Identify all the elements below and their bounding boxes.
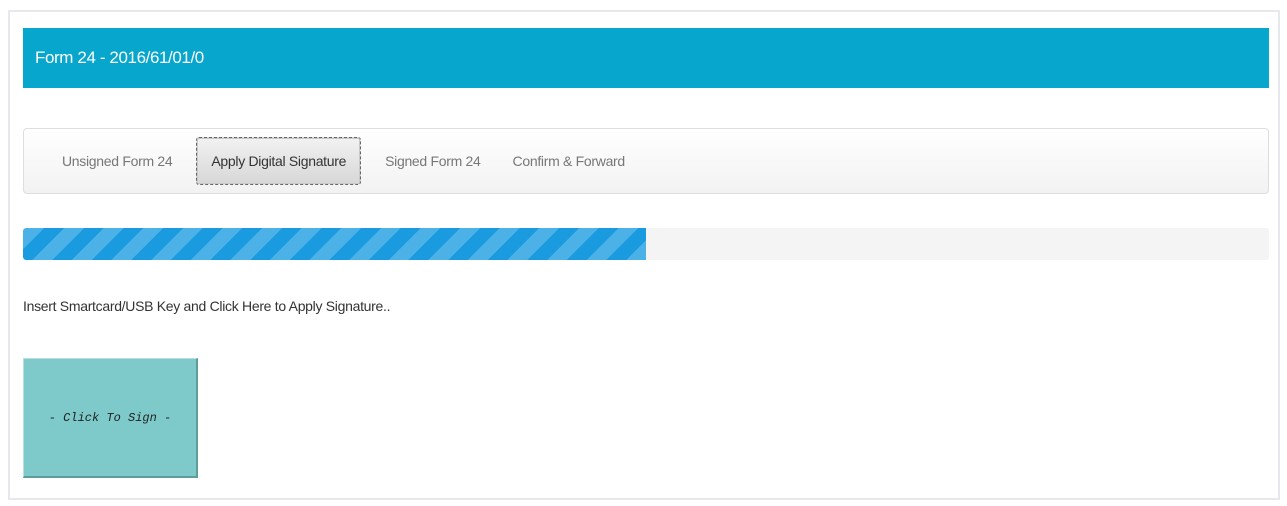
progress-bar (23, 228, 1269, 260)
sign-instruction-text: Insert Smartcard/USB Key and Click Here … (23, 298, 391, 314)
page-title: Form 24 - 2016/61/01/0 (35, 48, 204, 67)
progress-bar-fill (23, 228, 646, 260)
click-to-sign-button[interactable]: - Click To Sign - (23, 358, 198, 478)
tab-unsigned-form[interactable]: Unsigned Form 24 (54, 137, 180, 185)
tab-apply-digital-signature[interactable]: Apply Digital Signature (196, 137, 362, 185)
form-title-bar: Form 24 - 2016/61/01/0 (23, 28, 1269, 88)
click-to-sign-label: - Click To Sign - (48, 410, 172, 425)
tab-signed-form[interactable]: Signed Form 24 (377, 137, 488, 185)
tab-confirm-forward[interactable]: Confirm & Forward (505, 137, 633, 185)
wizard-tabs: Unsigned Form 24 Apply Digital Signature… (23, 128, 1269, 194)
